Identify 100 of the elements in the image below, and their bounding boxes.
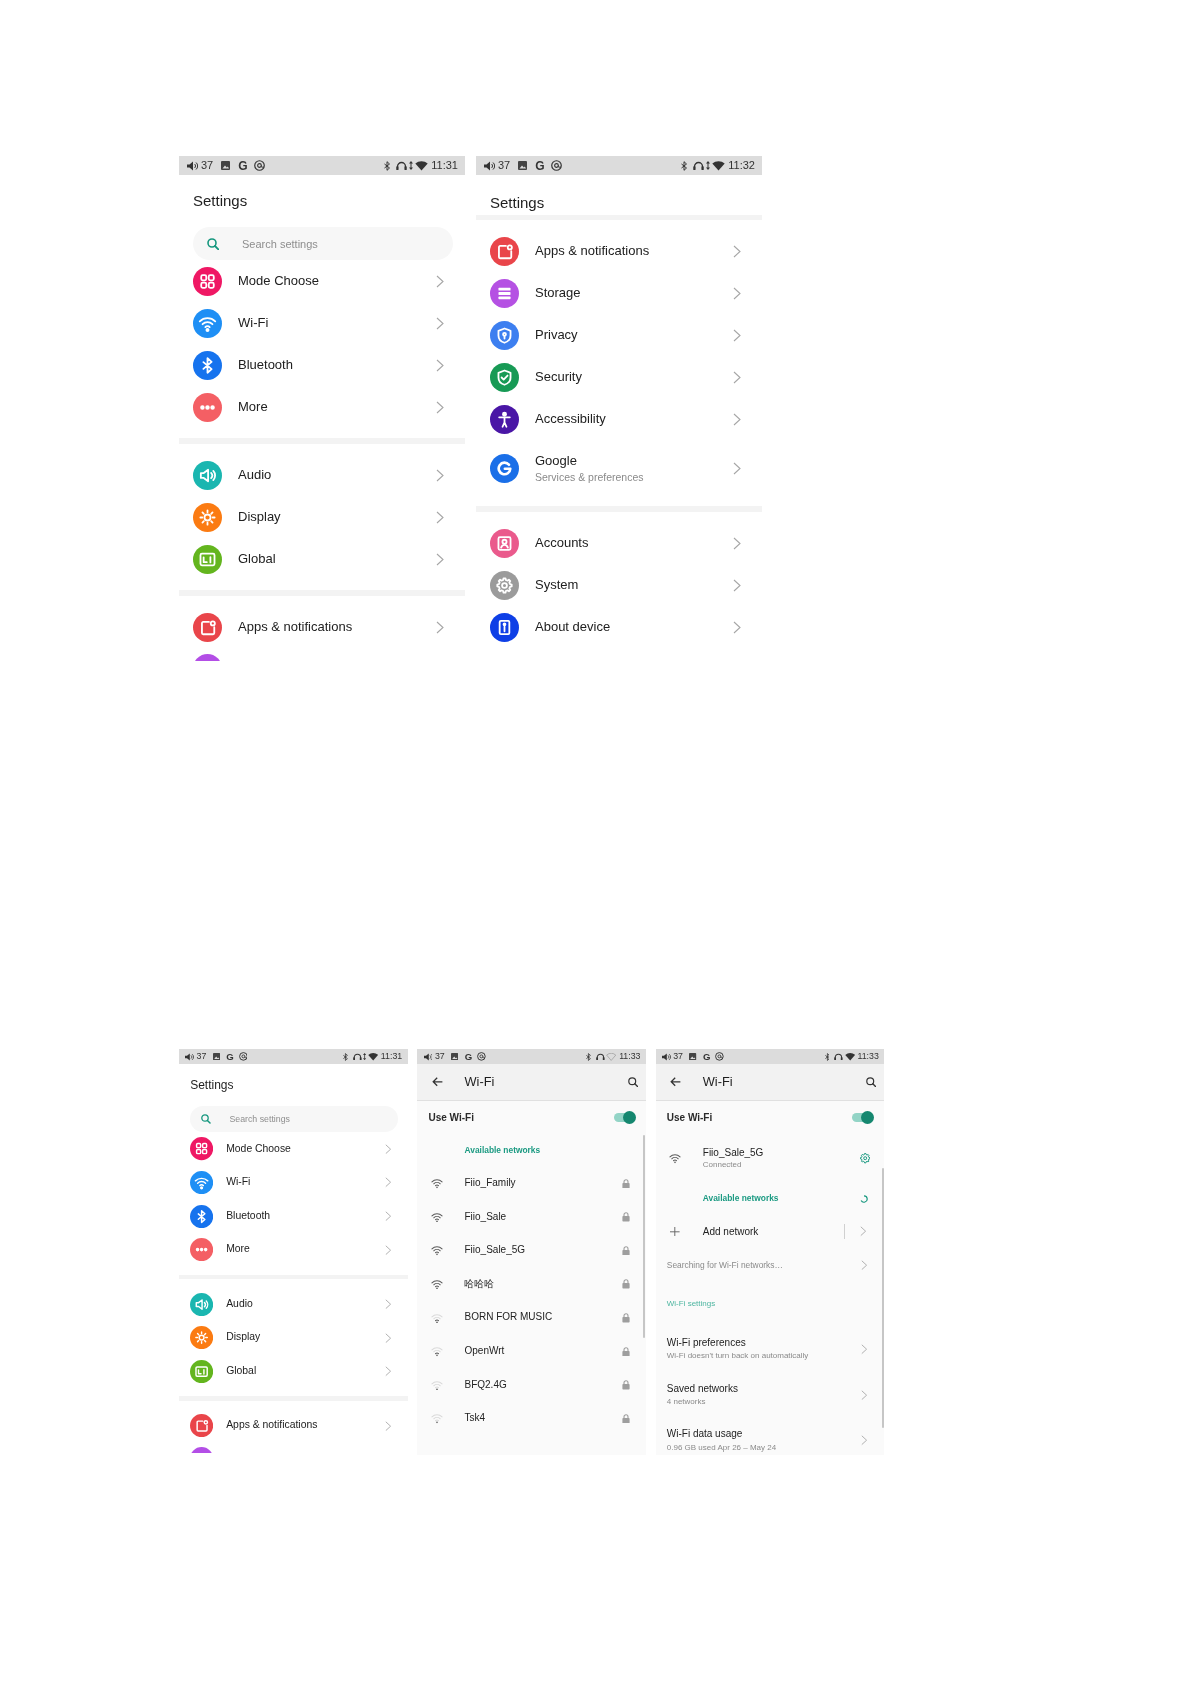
volume-level: 37 — [434, 1052, 445, 1061]
settings-item[interactable]: Global — [179, 1354, 408, 1389]
bluetooth-icon — [586, 1052, 592, 1061]
back-arrow-icon[interactable] — [431, 1077, 443, 1087]
network-item[interactable]: Fiio_Family — [417, 1166, 647, 1201]
item-subtitle: Wi-Fi doesn't turn back on automatically — [666, 1351, 809, 1362]
settings-item[interactable]: More — [179, 386, 465, 428]
toggle-switch[interactable] — [851, 1111, 874, 1125]
search-icon — [207, 237, 219, 250]
chevron-icon — [861, 1435, 868, 1446]
chevron-icon — [384, 1143, 391, 1155]
chevron-icon — [733, 286, 741, 300]
settings-item[interactable]: Display — [179, 496, 465, 538]
chevron-icon — [436, 274, 444, 288]
settings-item[interactable]: More — [179, 1232, 408, 1267]
scrollbar[interactable] — [881, 1168, 884, 1429]
settings-item[interactable]: Accessibility — [476, 398, 762, 440]
screen-title: Settings — [190, 1077, 234, 1093]
section-header: Available networks — [464, 1144, 541, 1157]
chevron-icon — [436, 358, 444, 372]
volume-icon — [662, 1052, 671, 1061]
settings-item[interactable]: Security — [476, 356, 762, 398]
volume-level: 37 — [498, 160, 511, 171]
bluetooth-icon — [384, 160, 391, 171]
settings-item[interactable]: System — [476, 564, 762, 606]
setting-item[interactable]: Wi-Fi preferences Wi-Fi doesn't turn back on automatically — [655, 1326, 885, 1373]
at-sign-icon — [476, 1052, 486, 1061]
item-subtitle: Services & preferences — [535, 470, 644, 484]
search-icon[interactable] — [627, 1076, 639, 1088]
status-time: 11:33 — [619, 1052, 641, 1061]
search-icon[interactable] — [866, 1076, 877, 1088]
search-field[interactable]: Search settings — [190, 1105, 399, 1133]
chevron-icon — [733, 370, 741, 384]
settings-item[interactable]: Bluetooth — [179, 344, 465, 386]
network-item[interactable]: BORN FOR MUSIC — [417, 1300, 647, 1335]
status-letter: G — [238, 159, 248, 172]
chevron-icon — [436, 552, 444, 566]
volume-level: 37 — [201, 160, 214, 171]
headphones-icon — [595, 1053, 605, 1061]
chevron-icon — [384, 1366, 391, 1377]
chevron-icon — [861, 1259, 868, 1271]
volume-icon — [187, 160, 198, 171]
settings-item[interactable]: Storage — [476, 272, 762, 314]
settings-item[interactable]: About device — [476, 606, 762, 648]
setting-item[interactable]: Wi-Fi data usage 0.96 GB used Apr 26 – May 24 — [655, 1417, 885, 1454]
network-item[interactable]: Tsk4 — [417, 1401, 647, 1436]
use-wifi-label: Use Wi-Fi — [428, 1111, 474, 1126]
headphones-icon — [396, 161, 408, 170]
network-item[interactable]: BFQ2.4G — [417, 1368, 647, 1402]
settings-item[interactable]: Google Services & preferences — [476, 440, 762, 496]
status-time: 11:31 — [431, 160, 458, 171]
image-icon — [212, 1053, 220, 1061]
network-item[interactable]: OpenWrt — [417, 1334, 647, 1369]
network-item[interactable]: 哈哈哈 — [417, 1267, 647, 1301]
chevron-icon — [436, 620, 444, 634]
back-arrow-icon[interactable] — [670, 1077, 682, 1087]
chevron-icon — [384, 1420, 391, 1431]
scrollbar[interactable] — [643, 1134, 646, 1338]
screen-title: Settings — [490, 194, 545, 212]
settings-item[interactable]: Apps & notifications — [179, 1408, 408, 1443]
settings-item[interactable]: Wi-Fi — [179, 1165, 408, 1200]
chevron-icon — [436, 510, 444, 524]
toggle-switch[interactable] — [613, 1111, 636, 1125]
add-network-item[interactable]: Add network — [655, 1214, 885, 1249]
settings-item[interactable]: Bluetooth — [179, 1199, 408, 1233]
network-item[interactable]: Fiio_Sale — [417, 1200, 647, 1234]
settings-item[interactable]: Mode Choose — [179, 260, 465, 302]
settings-item[interactable]: Mode Choose — [179, 1132, 408, 1166]
settings-item[interactable]: Privacy — [476, 314, 762, 356]
status-link[interactable]: Searching for Wi-Fi networks… — [655, 1248, 885, 1282]
settings-item[interactable]: Audio — [179, 454, 465, 496]
settings-item[interactable]: Global — [179, 538, 465, 580]
setting-item[interactable]: Saved networks 4 networks — [655, 1372, 885, 1418]
settings-item[interactable]: Wi-Fi — [179, 302, 465, 344]
status-letter: G — [535, 159, 545, 172]
volume-level: 37 — [196, 1052, 207, 1061]
image-icon — [518, 161, 528, 170]
chevron-icon — [436, 400, 444, 414]
chevron-icon — [384, 1210, 391, 1222]
settings-icon[interactable] — [859, 1153, 870, 1164]
screen-title: Wi-Fi — [464, 1073, 495, 1092]
plus-icon — [670, 1226, 680, 1237]
network-item[interactable]: Fiio_Sale_5G — [417, 1233, 647, 1268]
at-sign-icon — [715, 1052, 724, 1061]
search-field[interactable]: Search settings — [193, 227, 453, 260]
network-item[interactable]: Fiio_Sale_5G Connected — [655, 1134, 885, 1183]
chevron-icon — [733, 244, 741, 258]
settings-item[interactable]: Apps & notifications — [179, 606, 465, 648]
headphones-icon — [834, 1053, 844, 1061]
settings-item[interactable]: Display — [179, 1320, 408, 1355]
category-header: Wi-Fi settings — [666, 1298, 716, 1311]
settings-item[interactable]: Accounts — [476, 522, 762, 564]
screen-title: Wi-Fi — [702, 1073, 733, 1092]
volume-icon — [484, 160, 495, 171]
use-wifi-label: Use Wi-Fi — [666, 1111, 713, 1126]
settings-item[interactable]: Apps & notifications — [476, 230, 762, 272]
status-time: 11:33 — [857, 1052, 879, 1061]
chevron-icon — [733, 328, 741, 342]
settings-item[interactable]: Audio — [179, 1287, 408, 1321]
chevron-icon — [733, 536, 741, 550]
